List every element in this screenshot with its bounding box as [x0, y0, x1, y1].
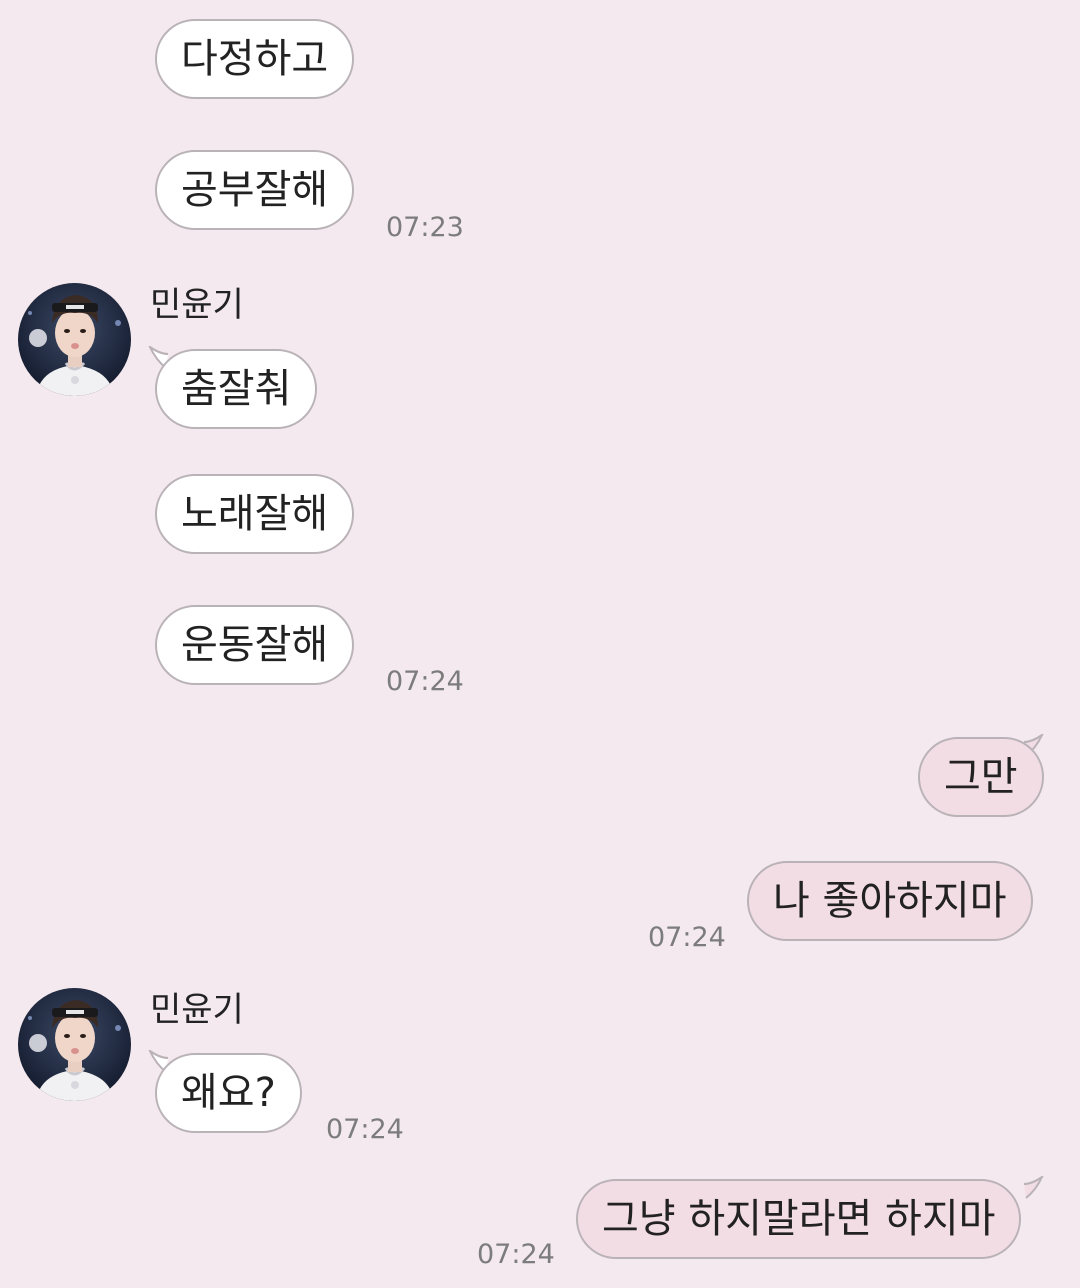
- message-text: 노래잘해: [181, 491, 329, 537]
- message-bubble-incoming[interactable]: 다정하고: [155, 19, 355, 99]
- message-text: 운동잘해: [181, 622, 329, 668]
- message-timestamp: 07:24: [477, 1239, 555, 1270]
- sender-name: 민윤기: [150, 285, 244, 325]
- message-timestamp: 07:23: [386, 212, 464, 243]
- message-text: 왜요?: [181, 1070, 276, 1116]
- message-timestamp: 07:24: [386, 666, 464, 697]
- message-bubble-outgoing[interactable]: 그만: [918, 737, 1044, 817]
- sender-name: 민윤기: [150, 990, 244, 1030]
- message-text: 나 좋아하지마: [773, 878, 1007, 924]
- contact-avatar[interactable]: [18, 283, 131, 396]
- message-bubble-outgoing[interactable]: 그냥 하지말라면 하지마: [576, 1179, 1022, 1259]
- message-bubble-incoming[interactable]: 노래잘해: [155, 474, 355, 554]
- message-timestamp: 07:24: [326, 1114, 404, 1145]
- message-text: 그냥 하지말라면 하지마: [602, 1196, 996, 1242]
- bubble-tail-outgoing: [1024, 1176, 1044, 1199]
- message-bubble-incoming[interactable]: 공부잘해: [155, 150, 355, 230]
- contact-avatar[interactable]: [18, 988, 131, 1101]
- message-bubble-incoming[interactable]: 왜요?: [155, 1053, 302, 1133]
- message-timestamp: 07:24: [648, 922, 726, 953]
- message-text: 다정하고: [181, 36, 329, 82]
- message-text: 그만: [944, 754, 1018, 800]
- message-text: 공부잘해: [181, 167, 329, 213]
- message-bubble-incoming[interactable]: 운동잘해: [155, 605, 355, 685]
- message-bubble-incoming[interactable]: 춤잘춰: [155, 349, 318, 429]
- profile-photo-avatar-icon: [18, 988, 131, 1101]
- profile-photo-avatar-icon: [18, 283, 131, 396]
- message-text: 춤잘춰: [181, 366, 292, 412]
- message-bubble-outgoing[interactable]: 나 좋아하지마: [747, 861, 1033, 941]
